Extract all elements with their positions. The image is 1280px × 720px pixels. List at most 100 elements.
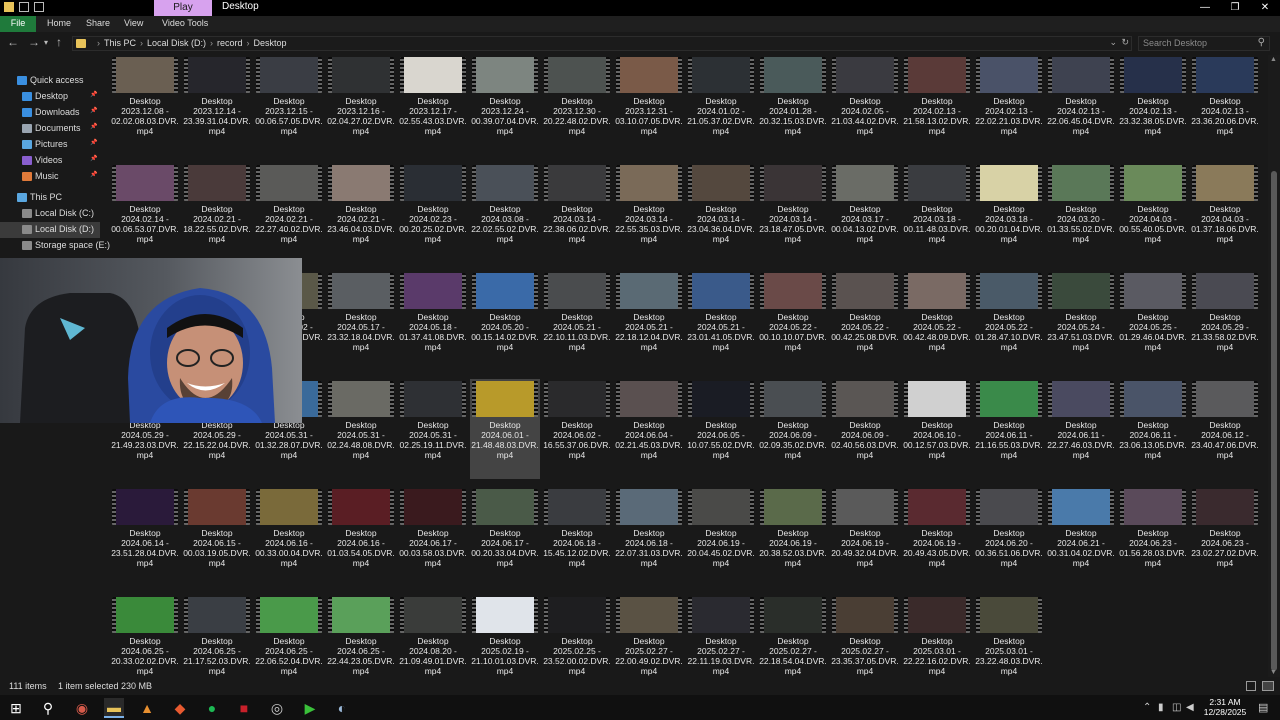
microphone-icon[interactable]: ▮ [1158, 702, 1164, 713]
file-tile[interactable]: Desktop 2024.05.31 -02.24.48.08.DVR. mp4 [326, 379, 396, 479]
file-tile[interactable]: Desktop 2024.02.13 -21.58.13.02.DVR. mp4 [902, 55, 972, 155]
sidebar-item-local-disk-c[interactable]: Local Disk (C:) [0, 206, 100, 222]
file-tile[interactable]: Desktop 2024.05.25 -01.29.46.04.DVR. mp4 [1118, 271, 1188, 371]
file-tile[interactable]: Desktop 2024.06.18 -15.45.12.02.DVR. mp4 [542, 487, 612, 587]
file-tile[interactable]: Desktop 2024.06.18 -22.07.31.03.DVR. mp4 [614, 487, 684, 587]
file-tile[interactable]: Desktop 2024.06.19 -20.04.45.02.DVR. mp4 [686, 487, 756, 587]
brave-icon[interactable]: ◆ [170, 698, 190, 718]
file-tile[interactable]: Desktop 2024.03.18 -00.11.48.03.DVR. mp4 [902, 163, 972, 263]
file-tile[interactable]: Desktop 2024.06.19 -20.49.32.04.DVR. mp4 [830, 487, 900, 587]
file-tile[interactable]: Desktop 2024.05.24 -23.47.51.03.DVR. mp4 [1046, 271, 1116, 371]
file-tile[interactable]: Desktop 2024.05.22 -00.42.48.09.DVR. mp4 [902, 271, 972, 371]
file-tile[interactable]: Desktop 2024.03.14 -22.38.06.02.DVR. mp4 [542, 163, 612, 263]
file-tile[interactable]: Desktop 2024.04.03 -01.37.18.06.DVR. mp4 [1190, 163, 1260, 263]
tab-file[interactable]: File [0, 16, 36, 32]
play-context-tab[interactable]: Play [154, 0, 212, 16]
forward-arrow-icon[interactable]: → [28, 35, 40, 49]
breadcrumb-desktop[interactable]: Desktop [254, 38, 287, 48]
file-tile[interactable]: Desktop 2024.02.13 -23.36.20.06.DVR. mp4 [1190, 55, 1260, 155]
obs-icon[interactable]: ◎ [267, 698, 287, 718]
file-tile[interactable]: Desktop 2024.06.23 -01.56.28.03.DVR. mp4 [1118, 487, 1188, 587]
chevron-down-icon[interactable]: ⌄ [1109, 37, 1117, 48]
show-hidden-icons-icon[interactable]: ⌃ [1143, 702, 1151, 713]
folder-icon[interactable] [4, 2, 14, 12]
file-tile[interactable]: Desktop 2024.03.08 -22.02.55.02.DVR. mp4 [470, 163, 540, 263]
breadcrumb-local-disk-d[interactable]: Local Disk (D:) [147, 38, 206, 48]
file-tile[interactable]: Desktop 2025.02.25 -23.52.00.02.DVR. mp4 [542, 595, 612, 677]
minimize-button[interactable]: — [1190, 0, 1220, 16]
file-tile[interactable]: Desktop 2025.03.01 -22.22.16.02.DVR. mp4 [902, 595, 972, 677]
back-arrow-icon[interactable]: ← [7, 35, 19, 49]
sidebar-item-quick-access[interactable]: Quick access [0, 73, 100, 89]
large-icons-view-icon[interactable] [1262, 681, 1274, 691]
file-tile[interactable]: Desktop 2024.03.14 -23.04.36.04.DVR. mp4 [686, 163, 756, 263]
file-tile[interactable]: Desktop 2024.06.25 -20.33.02.02.DVR. mp4 [110, 595, 180, 677]
file-tile[interactable]: Desktop 2024.06.02 -16.55.37.06.DVR. mp4 [542, 379, 612, 479]
file-tile[interactable]: Desktop 2024.06.12 -23.40.47.06.DVR. mp4 [1190, 379, 1260, 479]
file-tile[interactable]: Desktop 2024.05.22 -01.28.47.10.DVR. mp4 [974, 271, 1044, 371]
tab-view[interactable]: View [124, 16, 143, 32]
file-tile[interactable]: Desktop 2024.05.21 -22.10.11.03.DVR. mp4 [542, 271, 612, 371]
file-tile[interactable]: Desktop 2025.02.27 -22.00.49.02.DVR. mp4 [614, 595, 684, 677]
scrollbar-thumb[interactable] [1271, 171, 1277, 671]
file-tile[interactable]: Desktop 2023.12.30 -20.22.48.02.DVR. mp4 [542, 55, 612, 155]
file-tile[interactable]: Desktop 2024.06.16 -01.03.54.05.DVR. mp4 [326, 487, 396, 587]
start-icon[interactable]: ⊞ [6, 698, 26, 718]
file-tile[interactable]: Desktop 2024.06.09 -02.09.35.02.DVR. mp4 [758, 379, 828, 479]
file-tile[interactable]: Desktop 2024.02.13 -22.02.21.03.DVR. mp4 [974, 55, 1044, 155]
file-tile[interactable]: Desktop 2024.05.29 -21.33.58.02.DVR. mp4 [1190, 271, 1260, 371]
tab-video-tools[interactable]: Video Tools [162, 16, 208, 32]
file-tile[interactable]: Desktop 2024.06.04 -02.21.45.03.DVR. mp4 [614, 379, 684, 479]
chrome-icon[interactable]: ◉ [72, 698, 92, 718]
file-tile[interactable]: Desktop 2023.12.16 -02.04.27.02.DVR. mp4 [326, 55, 396, 155]
notifications-icon[interactable]: ▤ [1258, 701, 1268, 714]
file-tile[interactable]: Desktop 2024.06.25 -22.06.52.04.DVR. mp4 [254, 595, 324, 677]
file-tile[interactable]: Desktop 2024.03.14 -23.18.47.05.DVR. mp4 [758, 163, 828, 263]
network-icon[interactable]: ◫ [1172, 702, 1181, 713]
sidebar-item-desktop[interactable]: Desktop 📌 [0, 89, 100, 105]
file-explorer-icon[interactable]: ▬ [104, 698, 124, 718]
file-tile[interactable]: Desktop 2024.08.20 -21.09.49.01.DVR. mp4 [398, 595, 468, 677]
file-tile[interactable]: Desktop 2025.02.27 -22.18.54.04.DVR. mp4 [758, 595, 828, 677]
clock-time[interactable]: 2:31 AM [1195, 697, 1255, 707]
file-tile[interactable]: Desktop 2024.06.19 -20.49.43.05.DVR. mp4 [902, 487, 972, 587]
file-tile[interactable]: Desktop 2024.06.21 -00.31.04.02.DVR. mp4 [1046, 487, 1116, 587]
file-tile[interactable]: Desktop 2024.01.02 -21.05.37.02.DVR. mp4 [686, 55, 756, 155]
file-tile[interactable]: Desktop 2024.04.03 -00.55.40.05.DVR. mp4 [1118, 163, 1188, 263]
address-bar[interactable]: › This PC › Local Disk (D:) › record › D… [72, 36, 1132, 51]
file-tile[interactable]: Desktop 2024.06.09 -02.40.56.03.DVR. mp4 [830, 379, 900, 479]
file-tile[interactable]: Desktop 2024.05.21 -22.18.12.04.DVR. mp4 [614, 271, 684, 371]
file-tile[interactable]: Desktop 2024.02.21 -18.22.55.02.DVR. mp4 [182, 163, 252, 263]
recent-locations-icon[interactable]: ▾ [44, 38, 48, 47]
sidebar-item-local-disk-d[interactable]: Local Disk (D:) [0, 222, 100, 238]
tab-home[interactable]: Home [47, 16, 71, 32]
close-button[interactable]: ✕ [1250, 0, 1280, 16]
file-tile[interactable]: Desktop 2024.05.21 -23.01.41.05.DVR. mp4 [686, 271, 756, 371]
file-tile[interactable]: Desktop 2024.06.25 -21.17.52.03.DVR. mp4 [182, 595, 252, 677]
file-tile[interactable]: Desktop 2024.03.18 -00.20.01.04.DVR. mp4 [974, 163, 1044, 263]
steam-icon[interactable]: ◐ [332, 698, 352, 718]
file-tile[interactable]: Desktop 2024.05.22 -00.10.10.07.DVR. mp4 [758, 271, 828, 371]
sidebar-item-this-pc[interactable]: This PC [0, 190, 100, 206]
file-tile[interactable]: Desktop 2024.02.13 -23.32.38.05.DVR. mp4 [1118, 55, 1188, 155]
breadcrumb-this-pc[interactable]: This PC [104, 38, 136, 48]
sidebar-item-pictures[interactable]: Pictures 📌 [0, 137, 100, 153]
file-tile[interactable]: Desktop 2024.06.05 -10.07.55.02.DVR. mp4 [686, 379, 756, 479]
file-tile[interactable]: Desktop 2024.06.15 -00.03.19.05.DVR. mp4 [182, 487, 252, 587]
app-orange-icon[interactable]: ▲ [137, 698, 157, 718]
file-tile[interactable]: Desktop 2024.06.11 -21.16.55.03.DVR. mp4 [974, 379, 1044, 479]
file-tile[interactable]: Desktop 2024.03.20 -01.33.55.02.DVR. mp4 [1046, 163, 1116, 263]
maximize-button[interactable]: ❐ [1220, 0, 1250, 16]
file-tile[interactable]: Desktop 2024.03.14 -22.55.35.03.DVR. mp4 [614, 163, 684, 263]
file-tile[interactable]: Desktop 2024.06.16 -00.33.00.04.DVR. mp4 [254, 487, 324, 587]
file-tile[interactable]: Desktop 2023.12.14 -23.39.31.04.DVR. mp4 [182, 55, 252, 155]
file-tile[interactable]: Desktop 2025.02.27 -23.35.37.05.DVR. mp4 [830, 595, 900, 677]
file-tile[interactable]: Desktop 2024.02.13 -22.06.45.04.DVR. mp4 [1046, 55, 1116, 155]
file-tile[interactable]: Desktop 2024.06.11 -22.27.46.03.DVR. mp4 [1046, 379, 1116, 479]
file-tile[interactable]: Desktop 2024.05.22 -00.42.25.08.DVR. mp4 [830, 271, 900, 371]
file-tile[interactable]: Desktop 2023.12.15 -00.06.57.05.DVR. mp4 [254, 55, 324, 155]
file-tile[interactable]: Desktop 2024.06.23 -23.02.27.02.DVR. mp4 [1190, 487, 1260, 587]
file-tile[interactable]: Desktop 2024.06.10 -00.12.57.03.DVR. mp4 [902, 379, 972, 479]
file-tile[interactable]: Desktop 2024.06.20 -00.36.51.06.DVR. mp4 [974, 487, 1044, 587]
breadcrumb-record[interactable]: record [217, 38, 243, 48]
